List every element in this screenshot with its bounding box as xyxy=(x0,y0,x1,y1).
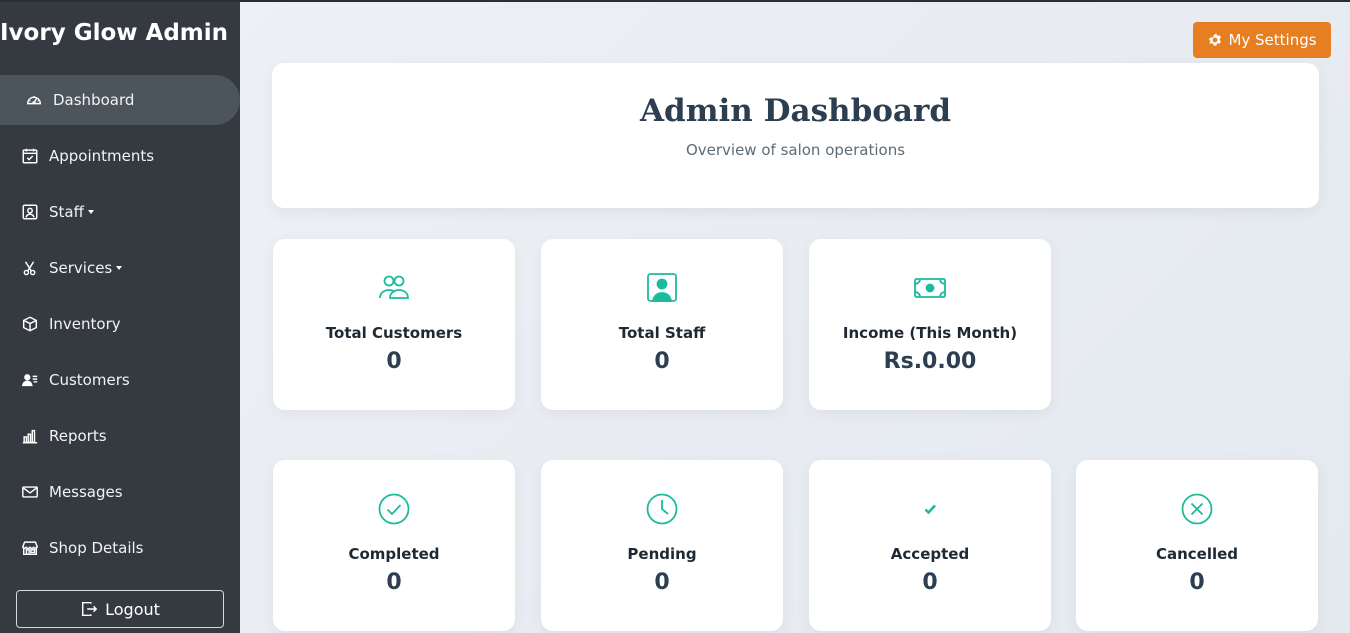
stat-card-accepted: Accepted 0 xyxy=(809,460,1051,631)
sidebar-item-shop-details[interactable]: Shop Details xyxy=(0,523,240,573)
stat-label: Cancelled xyxy=(1155,545,1239,563)
sidebar-item-messages[interactable]: Messages xyxy=(0,467,240,517)
sidebar-nav: Dashboard Appointments Staff Services In… xyxy=(0,75,240,579)
clock-icon xyxy=(541,492,783,526)
sidebar-item-customers[interactable]: Customers xyxy=(0,355,240,405)
sidebar-item-label: Services xyxy=(49,259,113,277)
stat-card-completed: Completed 0 xyxy=(273,460,515,631)
scissors-icon xyxy=(20,258,40,278)
check-circle-icon xyxy=(273,492,515,526)
people-icon xyxy=(273,271,515,305)
stat-value: 0 xyxy=(386,570,402,595)
sidebar-item-services[interactable]: Services xyxy=(0,243,240,293)
stat-value: 0 xyxy=(654,349,670,374)
stat-card-cancelled: Cancelled 0 xyxy=(1076,460,1318,631)
stat-value: 0 xyxy=(922,570,938,595)
person-lines-icon xyxy=(20,370,40,390)
stat-card-pending: Pending 0 xyxy=(541,460,783,631)
x-circle-icon xyxy=(1076,492,1318,526)
sidebar-item-label: Reports xyxy=(49,427,107,445)
stat-value: Rs.0.00 xyxy=(883,349,977,374)
gear-icon xyxy=(1209,33,1222,46)
logout-icon xyxy=(82,601,98,617)
page-subtitle: Overview of salon operations xyxy=(685,141,906,159)
stat-value: 0 xyxy=(386,349,402,374)
sidebar: Ivory Glow Admin Dashboard Appointments … xyxy=(0,2,240,633)
stat-label: Accepted xyxy=(890,545,970,563)
sidebar-item-label: Appointments xyxy=(49,147,155,165)
dashboard-header-card: Admin Dashboard Overview of salon operat… xyxy=(272,63,1319,208)
check-icon xyxy=(809,492,1051,526)
stat-card-income: Income (This Month) Rs.0.00 xyxy=(809,239,1051,410)
bar-chart-icon xyxy=(20,426,40,446)
sidebar-item-appointments[interactable]: Appointments xyxy=(0,131,240,181)
stat-label: Income (This Month) xyxy=(842,324,1018,342)
sidebar-item-inventory[interactable]: Inventory xyxy=(0,299,240,349)
sidebar-item-label: Shop Details xyxy=(49,539,144,557)
envelope-icon xyxy=(20,482,40,502)
page-title: Admin Dashboard xyxy=(639,93,952,129)
sidebar-item-label: Customers xyxy=(49,371,130,389)
caret-down-icon xyxy=(87,210,94,214)
shop-icon xyxy=(20,538,40,558)
stat-label: Pending xyxy=(627,545,697,563)
caret-down-icon xyxy=(116,266,123,270)
stat-value: 0 xyxy=(654,570,670,595)
stat-value: 0 xyxy=(1189,570,1205,595)
box-icon xyxy=(20,314,40,334)
sidebar-item-label: Inventory xyxy=(49,315,121,333)
stat-label: Total Staff xyxy=(618,324,706,342)
sidebar-item-staff[interactable]: Staff xyxy=(0,187,240,237)
logout-label: Logout xyxy=(105,599,160,619)
calendar-check-icon xyxy=(20,146,40,166)
person-badge-icon xyxy=(541,271,783,305)
sidebar-item-label: Dashboard xyxy=(53,91,135,109)
stat-label: Total Customers xyxy=(325,324,463,342)
speedometer-icon xyxy=(24,90,44,110)
my-settings-label: My Settings xyxy=(1228,31,1317,49)
cash-icon xyxy=(809,271,1051,305)
stat-card-total-customers: Total Customers 0 xyxy=(273,239,515,410)
logout-button[interactable]: Logout xyxy=(16,590,224,628)
sidebar-item-reports[interactable]: Reports xyxy=(0,411,240,461)
person-badge-icon xyxy=(20,202,40,222)
sidebar-item-label: Staff xyxy=(49,203,84,221)
brand-title: Ivory Glow Admin xyxy=(0,20,229,46)
sidebar-item-dashboard[interactable]: Dashboard xyxy=(0,75,240,125)
sidebar-item-label: Messages xyxy=(49,483,123,501)
my-settings-button[interactable]: My Settings xyxy=(1193,22,1331,58)
stat-label: Completed xyxy=(348,545,440,563)
stat-card-total-staff: Total Staff 0 xyxy=(541,239,783,410)
